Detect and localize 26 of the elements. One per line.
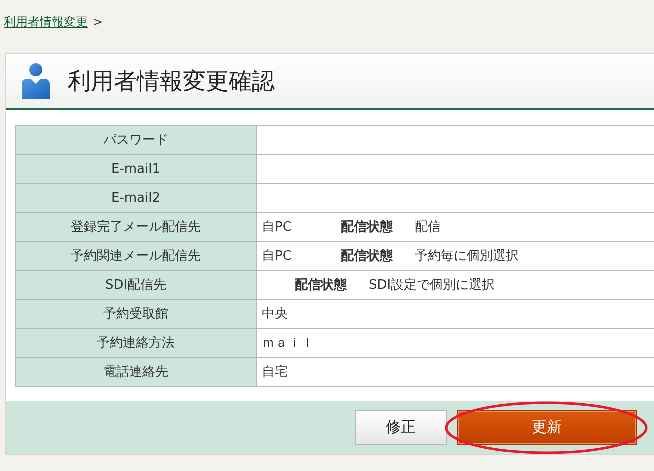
breadcrumb-link[interactable]: 利用者情報変更 [4,14,88,30]
update-button[interactable]: 更新 [457,410,637,445]
field-value: 自PC [262,219,293,236]
field-label: 予約連絡方法 [16,328,256,358]
edit-button[interactable]: 修正 [355,410,447,445]
field-label: E-mail1 [16,154,256,184]
field-label: SDI配信先 [16,270,256,300]
status-value: 予約毎に個別選択 [415,248,519,265]
status-label: 配信状態 [295,276,347,294]
status-label: 配信状態 [341,248,393,265]
status-value: 配信 [415,219,441,236]
field-value: ｍａｉｌ [262,335,315,352]
field-value: 自宅 [262,364,289,381]
user-icon [22,63,50,99]
field-value: 自PC [262,248,293,265]
field-label: パスワード [16,126,256,154]
field-value: 中央 [262,306,289,323]
status-label: 配信状態 [341,218,393,236]
field-label: 登録完了メール配信先 [16,212,256,242]
field-label: E-mail2 [16,184,256,212]
status-value: SDI設定で個別に選択 [369,277,496,294]
field-label: 電話連絡先 [16,358,256,386]
field-label: 予約関連メール配信先 [16,242,256,270]
page-title: 利用者情報変更確認 [68,68,275,96]
field-label: 予約受取館 [16,300,256,328]
breadcrumb-separator: > [93,15,104,29]
